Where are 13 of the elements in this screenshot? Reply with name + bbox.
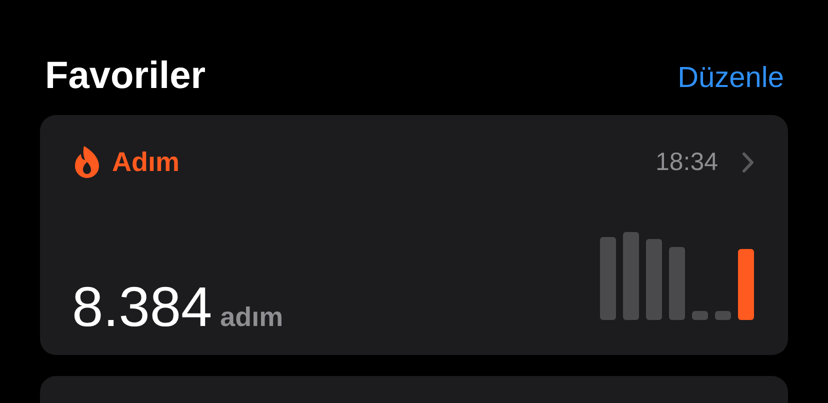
card-background[interactable] (40, 376, 788, 403)
section-title: Favoriler (45, 54, 206, 98)
chart-bar (738, 249, 754, 320)
edit-link[interactable]: Düzenle (678, 58, 784, 98)
flame-icon (75, 146, 99, 178)
chevron-icon (742, 152, 754, 173)
chart-bar (692, 311, 708, 320)
card-title: Adım (112, 146, 180, 178)
unit-label: adım (220, 301, 284, 333)
chart-bar (715, 311, 731, 320)
time-label: 18:34 (655, 147, 718, 177)
step-card[interactable]: Adım 18:34 8.384 adım (40, 115, 788, 355)
step-count: 8.384 (72, 275, 212, 339)
